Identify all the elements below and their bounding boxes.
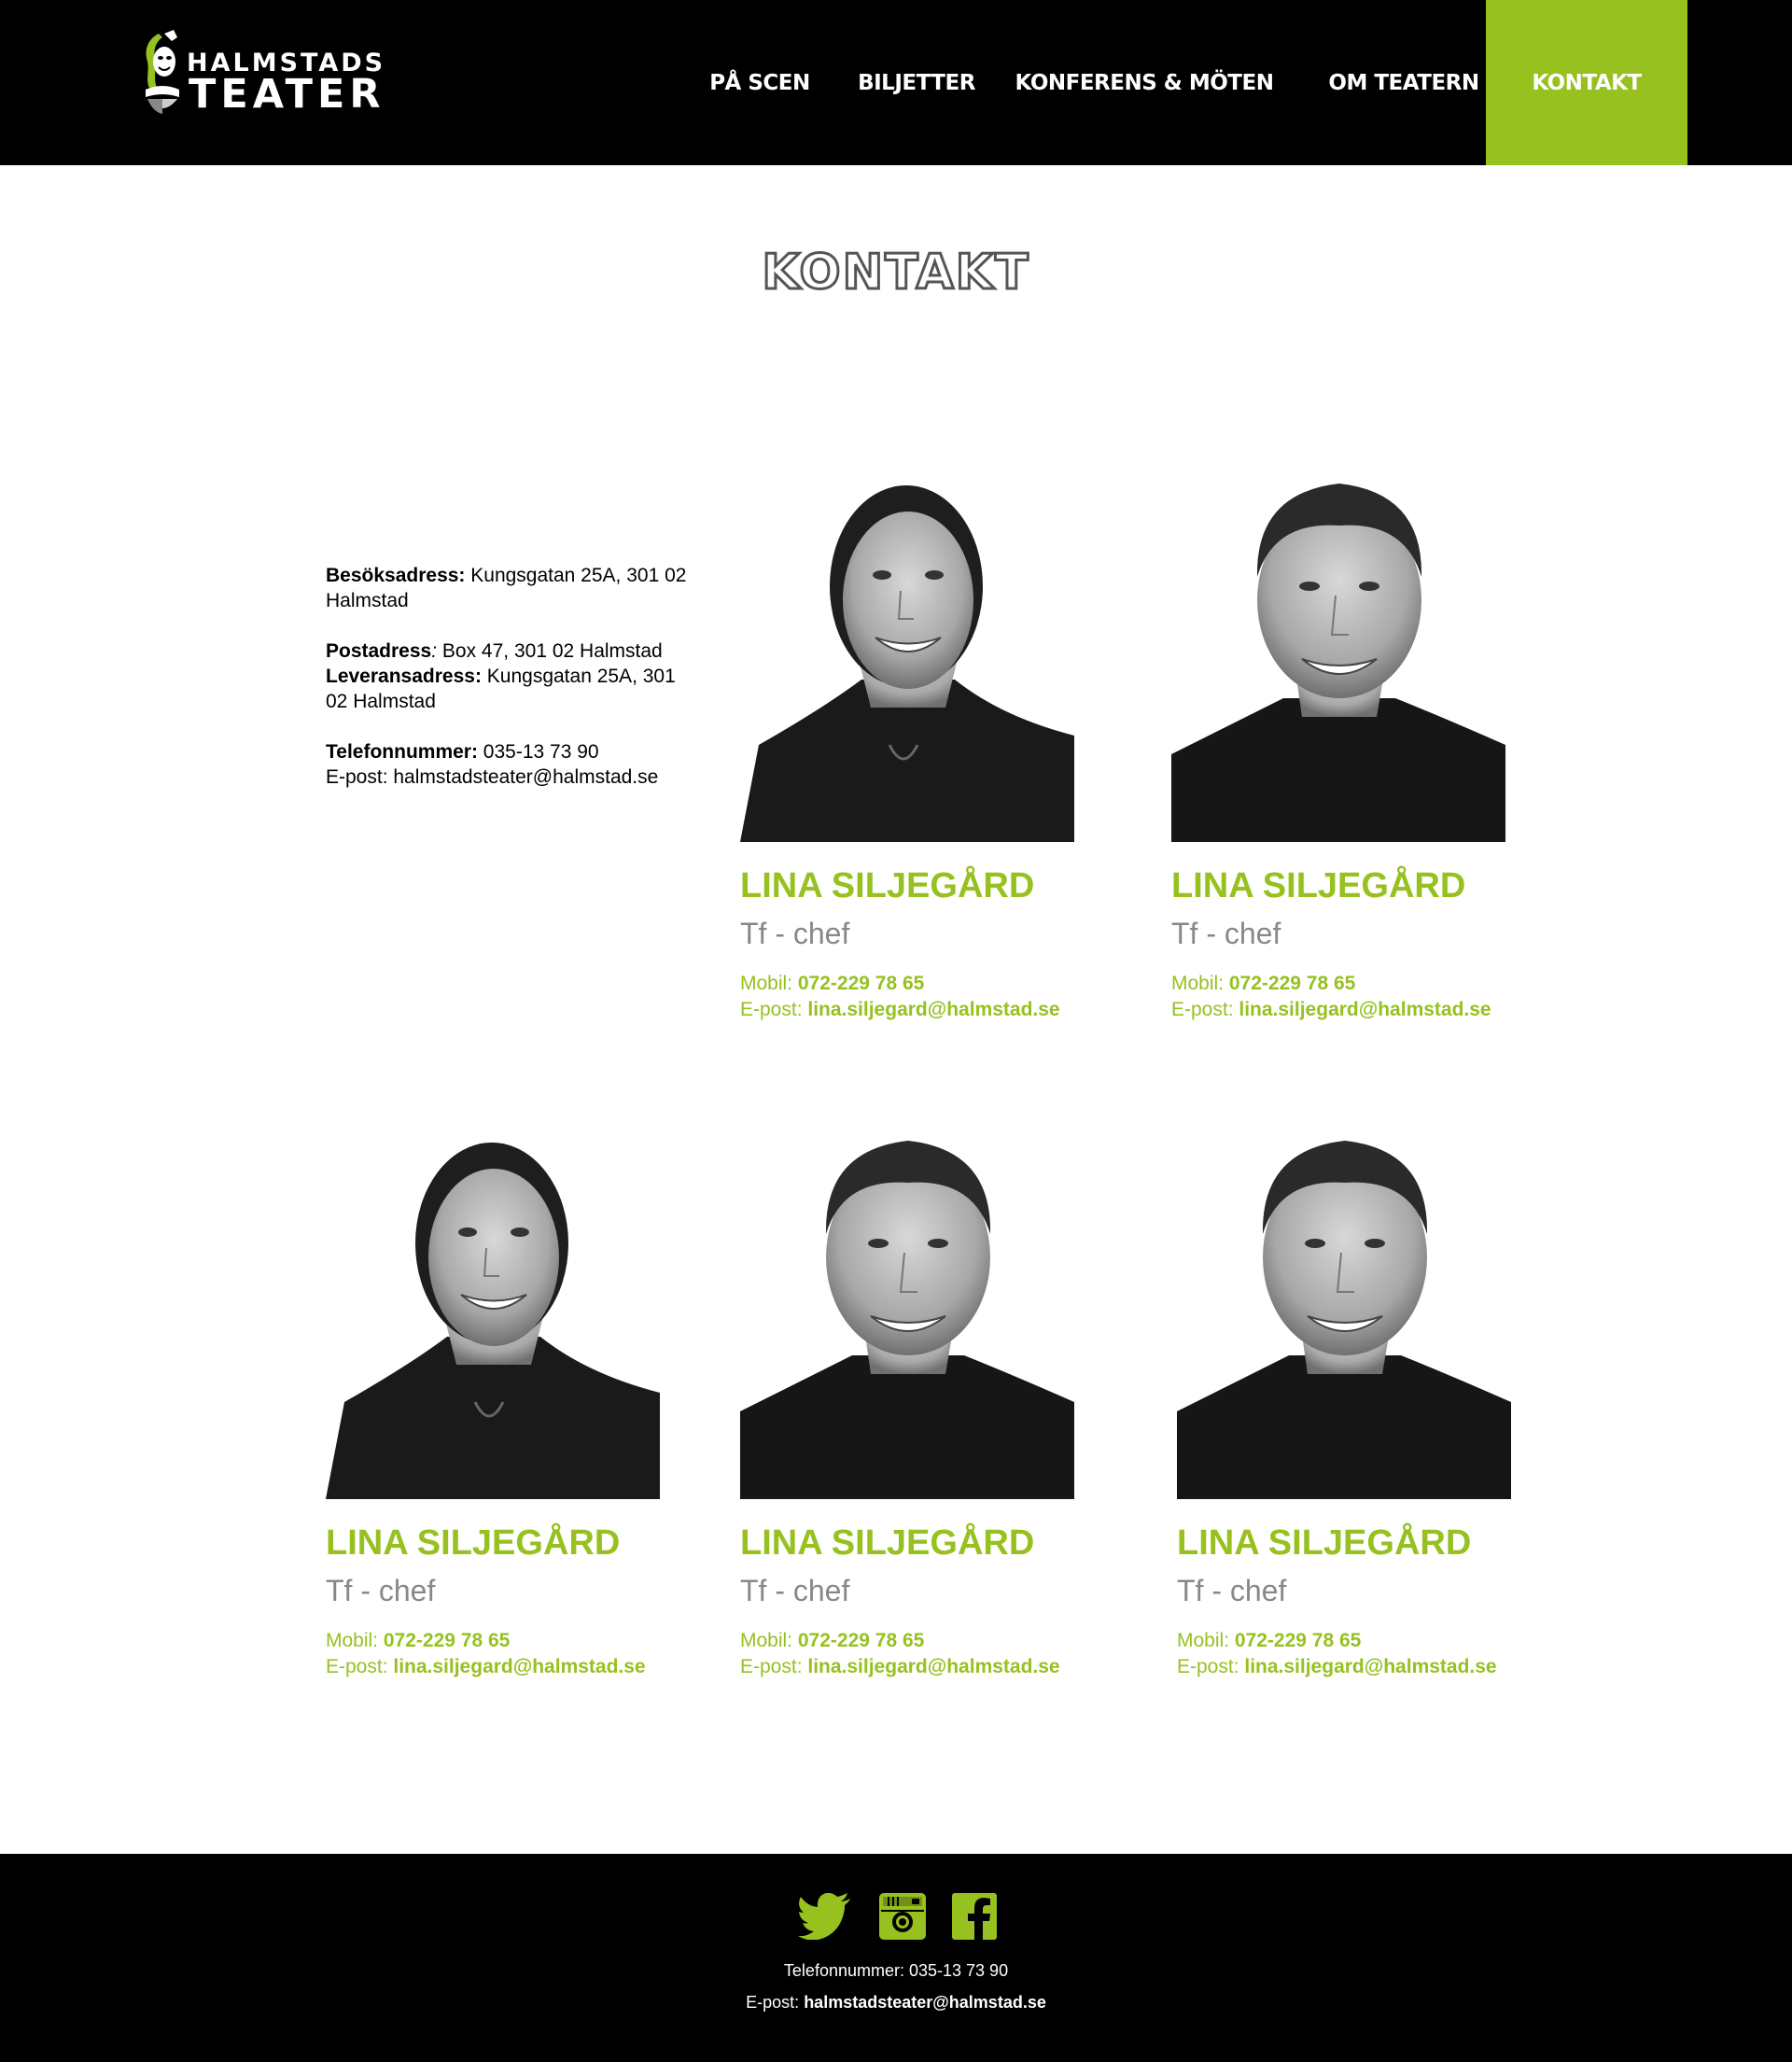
delivery-address-label: Leveransadress:	[326, 666, 482, 687]
email-value[interactable]: halmstadsteater@halmstad.se	[388, 766, 658, 788]
staff-role: Tf - chef	[1171, 917, 1281, 950]
mobile-value[interactable]: 072-229 78 65	[792, 973, 924, 994]
post-delivery-address: Postadress: Box 47, 301 02 Halmstad Leve…	[326, 638, 699, 714]
staff-role: Tf - chef	[740, 917, 850, 950]
site-header: HALMSTADS TEATER PÅ SCEN BILJETTER KONFE…	[0, 0, 1792, 165]
staff-mobile: Mobil: 072-229 78 65	[740, 971, 1132, 997]
staff-card: LINA SILJEGÅRD Tf - chef Mobil: 072-229 …	[1177, 1094, 1569, 1680]
staff-card: LINA SILJEGÅRD Tf - chef Mobil: 072-229 …	[1171, 437, 1563, 1023]
email-value[interactable]: lina.siljegard@halmstad.se	[803, 999, 1059, 1020]
post-address-value: Box 47, 301 02 Halmstad	[437, 640, 663, 662]
mobile-value[interactable]: 072-229 78 65	[1224, 973, 1355, 994]
staff-email: E-post: lina.siljegard@halmstad.se	[1171, 997, 1563, 1023]
phone-value: 035-13 73 90	[477, 741, 599, 763]
footer-email-value[interactable]: halmstadsteater@halmstad.se	[799, 1993, 1046, 2012]
post-address-label: Postadress	[326, 640, 432, 662]
staff-name: LINA SILJEGÅRD	[740, 866, 1035, 905]
staff-email: E-post: lina.siljegard@halmstad.se	[1177, 1654, 1569, 1680]
woman-portrait-photo	[740, 437, 1074, 842]
staff-mobile: Mobil: 072-229 78 65	[740, 1628, 1132, 1654]
staff-name: LINA SILJEGÅRD	[1177, 1523, 1472, 1563]
twitter-icon[interactable]	[798, 1893, 852, 1940]
visit-address: Besöksadress: Kungsgatan 25A, 301 02 Hal…	[326, 563, 699, 613]
mobile-label: Mobil:	[740, 973, 793, 994]
email-value[interactable]: lina.siljegard@halmstad.se	[1239, 1656, 1496, 1677]
email-label: E-post:	[740, 999, 803, 1020]
staff-role: Tf - chef	[326, 1574, 436, 1607]
logo-text-bottom: TEATER	[189, 71, 385, 118]
mobile-value[interactable]: 072-229 78 65	[378, 1630, 510, 1651]
nav-biljetter[interactable]: BILJETTER	[851, 0, 982, 165]
staff-email: E-post: lina.siljegard@halmstad.se	[740, 997, 1132, 1023]
email-label: E-post:	[740, 1656, 803, 1677]
email-label: E-post:	[1171, 999, 1234, 1020]
theater-mask-icon	[146, 30, 179, 114]
man-portrait-photo	[740, 1094, 1074, 1499]
email-value[interactable]: lina.siljegard@halmstad.se	[803, 1656, 1059, 1677]
contact-info: Besöksadress: Kungsgatan 25A, 301 02 Hal…	[326, 563, 699, 815]
page-title: KONTAKT	[761, 244, 1030, 302]
phone-email: Telefonnummer: 035-13 73 90 E-post: halm…	[326, 739, 699, 790]
email-label: E-post:	[1177, 1656, 1239, 1677]
mobile-label: Mobil:	[740, 1630, 793, 1651]
email-label: E-post:	[326, 1656, 388, 1677]
footer-email-label: E-post:	[746, 1993, 800, 2012]
staff-card: LINA SILJEGÅRD Tf - chef Mobil: 072-229 …	[740, 437, 1132, 1023]
nav-pa-scen[interactable]: PÅ SCEN	[702, 0, 818, 165]
visit-address-label: Besöksadress:	[326, 565, 466, 586]
email-value[interactable]: lina.siljegard@halmstad.se	[1234, 999, 1491, 1020]
staff-name: LINA SILJEGÅRD	[326, 1523, 621, 1563]
staff-email: E-post: lina.siljegard@halmstad.se	[740, 1654, 1132, 1680]
staff-card: LINA SILJEGÅRD Tf - chef Mobil: 072-229 …	[326, 1094, 718, 1680]
footer-phone: Telefonnummer: 035-13 73 90	[0, 1962, 1792, 1979]
staff-mobile: Mobil: 072-229 78 65	[1171, 971, 1563, 997]
staff-mobile: Mobil: 072-229 78 65	[1177, 1628, 1569, 1654]
staff-card: LINA SILJEGÅRD Tf - chef Mobil: 072-229 …	[740, 1094, 1132, 1680]
phone-label: Telefonnummer:	[326, 741, 478, 763]
nav-kontakt[interactable]: KONTAKT	[1486, 0, 1687, 165]
footer-phone-value: 035-13 73 90	[903, 1961, 1009, 1980]
staff-name: LINA SILJEGÅRD	[1171, 866, 1466, 905]
nav-konferens-moten[interactable]: KONFERENS & MÖTEN	[1015, 0, 1274, 165]
email-value[interactable]: lina.siljegard@halmstad.se	[388, 1656, 645, 1677]
mobile-value[interactable]: 072-229 78 65	[792, 1630, 924, 1651]
staff-email: E-post: lina.siljegard@halmstad.se	[326, 1654, 718, 1680]
mobile-label: Mobil:	[1177, 1630, 1230, 1651]
staff-name: LINA SILJEGÅRD	[740, 1523, 1035, 1563]
email-label: E-post:	[326, 766, 388, 788]
site-footer	[0, 1854, 1792, 2062]
staff-mobile: Mobil: 072-229 78 65	[326, 1628, 718, 1654]
staff-role: Tf - chef	[740, 1574, 850, 1607]
nav-om-teatern[interactable]: OM TEATERN	[1328, 0, 1479, 165]
footer-phone-label: Telefonnummer:	[783, 1961, 904, 1980]
man-portrait-photo	[1177, 1094, 1511, 1499]
mobile-label: Mobil:	[326, 1630, 379, 1651]
woman-portrait-photo	[326, 1094, 660, 1499]
footer-email: E-post: halmstadsteater@halmstad.se	[0, 1994, 1792, 2011]
instagram-icon[interactable]	[879, 1893, 926, 1940]
staff-role: Tf - chef	[1177, 1574, 1287, 1607]
man-portrait-photo	[1171, 437, 1505, 842]
mobile-value[interactable]: 072-229 78 65	[1229, 1630, 1361, 1651]
site-logo[interactable]: HALMSTADS TEATER	[140, 30, 383, 119]
mobile-label: Mobil:	[1171, 973, 1225, 994]
facebook-icon[interactable]	[952, 1893, 997, 1940]
